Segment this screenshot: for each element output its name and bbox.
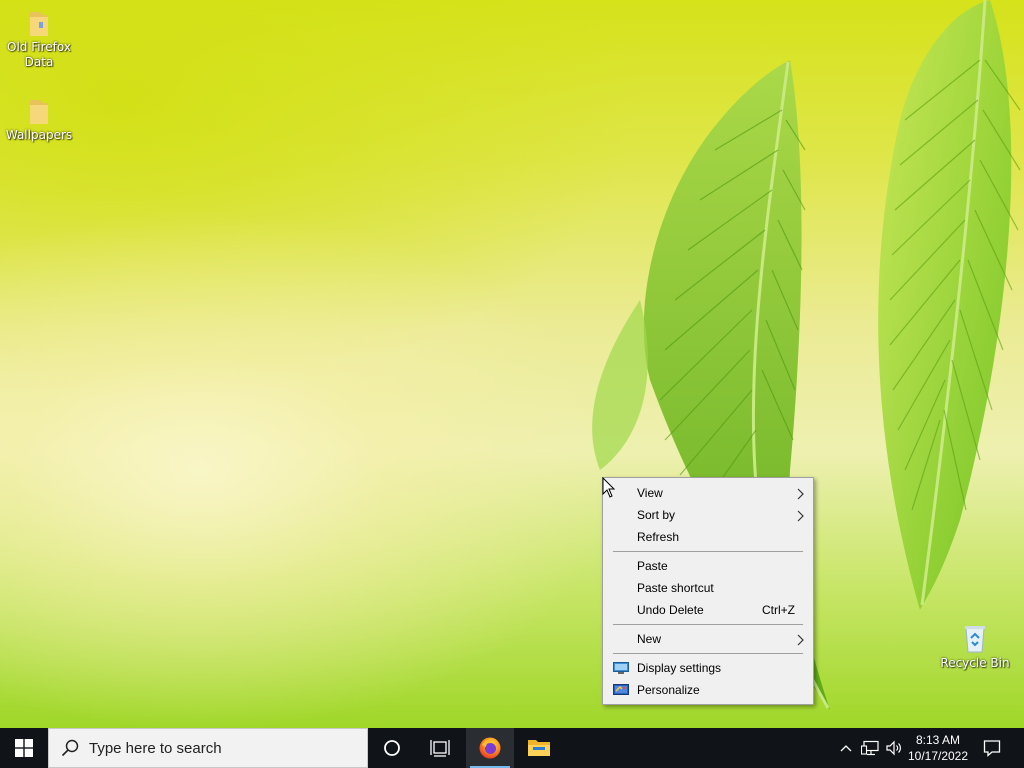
folder-icon — [30, 100, 48, 124]
menu-item-new[interactable]: New — [605, 628, 811, 650]
taskbar: Type here to search 8:13 AM 10/17/2022 — [0, 728, 1024, 768]
network-button[interactable] — [859, 728, 881, 768]
search-placeholder: Type here to search — [89, 740, 222, 757]
menu-item-personalize[interactable]: Personalize — [605, 679, 811, 701]
menu-item-label: Refresh — [637, 530, 680, 544]
menu-item-label: Paste — [637, 559, 668, 573]
icon-label-line1: Old Firefox — [7, 40, 71, 54]
task-view-icon — [430, 740, 450, 757]
chevron-right-icon — [797, 488, 804, 500]
menu-separator — [613, 551, 803, 552]
taskbar-app-file-explorer[interactable] — [515, 728, 563, 768]
start-button[interactable] — [0, 728, 48, 768]
cortana-icon — [384, 740, 400, 756]
display-settings-icon — [613, 662, 629, 674]
action-center-button[interactable] — [980, 728, 1004, 768]
desktop-icon-recycle-bin[interactable]: Recycle Bin — [937, 622, 1013, 671]
menu-item-paste-shortcut[interactable]: Paste shortcut — [605, 577, 811, 599]
wallpaper-leaves — [592, 0, 1021, 710]
search-box[interactable]: Type here to search — [48, 728, 368, 768]
task-view-button[interactable] — [416, 728, 464, 768]
show-hidden-icons-button[interactable] — [835, 728, 857, 768]
firefox-icon — [479, 737, 501, 759]
menu-item-sort-by[interactable]: Sort by — [605, 504, 811, 526]
search-icon — [61, 739, 79, 757]
file-explorer-icon — [528, 740, 550, 756]
menu-item-shortcut: Ctrl+Z — [762, 603, 795, 617]
cortana-button[interactable] — [368, 728, 416, 768]
icon-label-line2: Data — [24, 55, 54, 69]
menu-item-label: Display settings — [637, 661, 722, 675]
windows-logo-icon — [15, 739, 33, 757]
menu-item-paste[interactable]: Paste — [605, 555, 811, 577]
desktop-context-menu: View Sort by Refresh Paste Paste shortcu… — [602, 477, 814, 705]
volume-icon — [886, 740, 901, 756]
menu-item-label: Sort by — [637, 508, 676, 522]
taskbar-clock[interactable]: 8:13 AM 10/17/2022 — [904, 732, 972, 764]
icon-label: Wallpapers — [5, 128, 73, 142]
menu-item-display-settings[interactable]: Display settings — [605, 657, 811, 679]
folder-icon — [30, 12, 48, 36]
clock-time: 8:13 AM — [915, 733, 961, 747]
menu-item-undo-delete[interactable]: Undo Delete Ctrl+Z — [605, 599, 811, 621]
menu-item-label: Personalize — [637, 683, 700, 697]
icon-label: Recycle Bin — [940, 656, 1010, 670]
personalize-icon — [613, 684, 629, 695]
desktop-icon-wallpapers[interactable]: Wallpapers — [1, 96, 77, 143]
desktop-icon-old-firefox-data[interactable]: Old Firefox Data — [1, 8, 77, 70]
menu-separator — [613, 624, 803, 625]
notification-icon — [983, 740, 1001, 757]
menu-item-refresh[interactable]: Refresh — [605, 526, 811, 548]
menu-item-label: View — [637, 486, 663, 500]
clock-date: 10/17/2022 — [907, 749, 969, 763]
volume-button[interactable] — [883, 728, 905, 768]
network-icon — [861, 740, 879, 756]
taskbar-app-firefox[interactable] — [466, 728, 514, 768]
desktop[interactable]: Old Firefox Data Wallpapers Recycle Bin … — [0, 0, 1024, 728]
chevron-up-icon — [840, 745, 852, 752]
menu-item-label: Paste shortcut — [637, 581, 714, 595]
menu-item-label: Undo Delete — [637, 603, 704, 617]
menu-separator — [613, 653, 803, 654]
menu-item-label: New — [637, 632, 662, 646]
menu-item-view[interactable]: View — [605, 482, 811, 504]
chevron-right-icon — [797, 634, 804, 646]
recycle-bin-icon — [965, 626, 985, 653]
chevron-right-icon — [797, 510, 804, 522]
mouse-cursor-icon — [602, 477, 616, 498]
